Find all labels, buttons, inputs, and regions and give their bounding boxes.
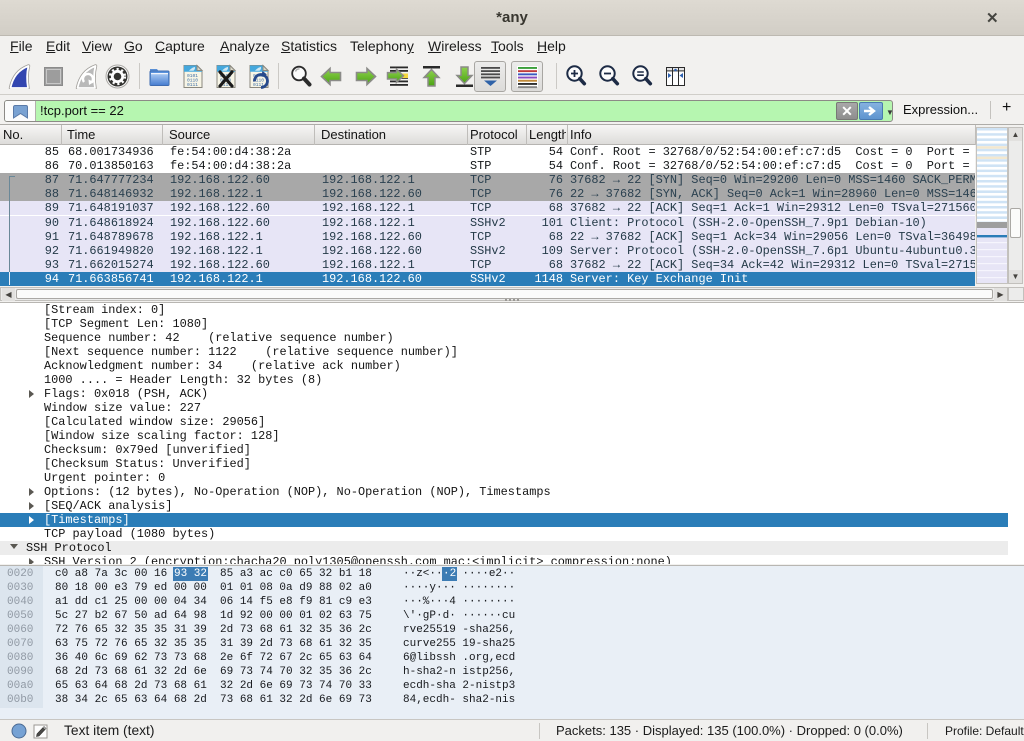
svg-text:0111: 0111 [187,82,198,88]
